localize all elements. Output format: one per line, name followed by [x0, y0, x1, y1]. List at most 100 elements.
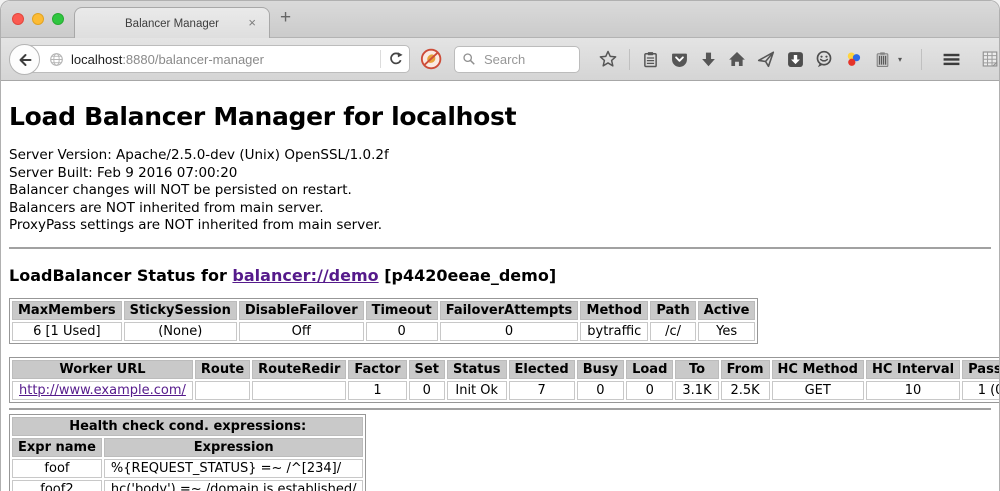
col-expr-name: Expr name: [12, 438, 102, 457]
page-tools-button[interactable]: [980, 50, 999, 69]
tab-close-icon[interactable]: ×: [248, 15, 256, 30]
clipboard-icon: [642, 51, 659, 68]
navigation-toolbar: localhost:8880/balancer-manager: [1, 38, 999, 81]
download-panel-button[interactable]: [786, 50, 805, 69]
elected-value: 7: [509, 381, 575, 400]
bookmark-star-button[interactable]: [599, 50, 618, 69]
col-routeredir: RouteRedir: [252, 360, 346, 379]
feedback-button[interactable]: [815, 50, 834, 69]
col-status: Status: [447, 360, 507, 379]
to-value: 3.1K: [675, 381, 718, 400]
search-input[interactable]: [482, 51, 572, 68]
col-load: Load: [626, 360, 673, 379]
pocket-button[interactable]: [670, 50, 689, 69]
status-suffix: [p4420eeae_demo]: [379, 266, 557, 285]
section-divider: [9, 247, 991, 249]
col-stickysession: StickySession: [124, 301, 237, 320]
col-hc-method: HC Method: [772, 360, 864, 379]
status-prefix: LoadBalancer Status for: [9, 266, 232, 285]
search-box[interactable]: [454, 46, 580, 73]
browser-window: Balancer Manager × + localhost:8880/bala…: [0, 0, 1000, 491]
table-header-row: Worker URL Route RouteRedir Factor Set S…: [12, 360, 1000, 379]
balancer-link[interactable]: balancer://demo: [232, 266, 378, 285]
load-value: 0: [626, 381, 673, 400]
smiley-bubble-icon: [815, 50, 833, 68]
col-to: To: [675, 360, 718, 379]
search-icon: [462, 52, 476, 66]
proxypass-notice-line: ProxyPass settings are NOT inherited fro…: [9, 217, 991, 235]
col-factor: Factor: [348, 360, 406, 379]
worker-url-link[interactable]: http://www.example.com/: [19, 383, 186, 398]
home-button[interactable]: [728, 50, 747, 69]
col-route: Route: [195, 360, 250, 379]
col-method: Method: [580, 301, 648, 320]
maxmembers-value: 6 [1 Used]: [12, 322, 122, 341]
zoom-window-button[interactable]: [52, 13, 64, 25]
tab-balancer-manager[interactable]: Balancer Manager ×: [74, 7, 270, 39]
chevron-down-icon[interactable]: ▾: [898, 55, 902, 64]
table-row: 6 [1 Used] (None) Off 0 0 bytraffic /c/ …: [12, 322, 755, 341]
send-tab-button[interactable]: [757, 50, 776, 69]
toolbar-divider: [629, 49, 630, 70]
balancer-status-heading: LoadBalancer Status for balancer://demo …: [9, 266, 991, 285]
flash-block-icon[interactable]: [420, 47, 442, 71]
url-bar[interactable]: localhost:8880/balancer-manager: [26, 45, 410, 73]
col-worker-url: Worker URL: [12, 360, 193, 379]
tab-title: Balancer Manager: [125, 18, 219, 30]
table-header-row: Expr name Expression: [12, 438, 363, 457]
close-window-button[interactable]: [12, 13, 24, 25]
set-value: 0: [409, 381, 445, 400]
section-divider: [9, 408, 991, 410]
reading-list-button[interactable]: [641, 50, 660, 69]
col-from: From: [721, 360, 770, 379]
back-button[interactable]: [9, 44, 40, 75]
col-elected: Elected: [509, 360, 575, 379]
container-icon: [874, 51, 891, 68]
col-busy: Busy: [577, 360, 624, 379]
timeout-value: 0: [366, 322, 438, 341]
expression-value: %{REQUEST_STATUS} =~ /^[234]/: [104, 459, 364, 478]
urlbar-divider: [380, 50, 381, 68]
method-value: bytraffic: [580, 322, 648, 341]
server-info: Server Version: Apache/2.5.0-dev (Unix) …: [9, 147, 991, 235]
worker-url-cell: http://www.example.com/: [12, 381, 193, 400]
new-tab-button[interactable]: +: [280, 7, 291, 29]
reload-icon[interactable]: [388, 51, 404, 67]
colored-dots-icon: [845, 51, 862, 68]
tab-strip: Balancer Manager × +: [1, 1, 999, 38]
passes-value: 1 (0): [962, 381, 1000, 400]
page-grid-icon: [981, 50, 999, 68]
url-host: localhost: [71, 52, 122, 67]
status-value: Init Ok: [447, 381, 507, 400]
expression-value: hc('body') =~ /domain is established/: [104, 480, 364, 491]
active-value: Yes: [698, 322, 756, 341]
balancer-settings-table: MaxMembers StickySession DisableFailover…: [9, 298, 758, 344]
table-row: foof2 hc('body') =~ /domain is establish…: [12, 480, 363, 491]
minimize-window-button[interactable]: [32, 13, 44, 25]
colors-button[interactable]: [844, 50, 863, 69]
page-content: Load Balancer Manager for localhost Serv…: [1, 81, 999, 491]
col-failoverattempts: FailoverAttempts: [440, 301, 579, 320]
page-title: Load Balancer Manager for localhost: [9, 81, 991, 131]
col-path: Path: [650, 301, 695, 320]
col-maxmembers: MaxMembers: [12, 301, 122, 320]
downloads-button[interactable]: [699, 50, 718, 69]
pocket-icon: [671, 51, 688, 68]
col-hc-interval: HC Interval: [866, 360, 960, 379]
col-timeout: Timeout: [366, 301, 438, 320]
hamburger-icon: [942, 51, 961, 68]
container-button[interactable]: [873, 50, 892, 69]
table-row: http://www.example.com/ 1 0 Init Ok 7 0 …: [12, 381, 1000, 400]
health-table-title: Health check cond. expressions:: [12, 417, 363, 436]
routeredir-value: [252, 381, 346, 400]
menu-button[interactable]: [942, 50, 961, 69]
hc-interval-value: 10: [866, 381, 960, 400]
table-title-row: Health check cond. expressions:: [12, 417, 363, 436]
square-download-icon: [787, 51, 804, 68]
stickysession-value: (None): [124, 322, 237, 341]
table-row: foof %{REQUEST_STATUS} =~ /^[234]/: [12, 459, 363, 478]
home-icon: [728, 50, 746, 68]
download-arrow-icon: [700, 51, 717, 68]
toolbar-buttons: ▾: [599, 49, 999, 70]
back-arrow-icon: [16, 51, 34, 69]
